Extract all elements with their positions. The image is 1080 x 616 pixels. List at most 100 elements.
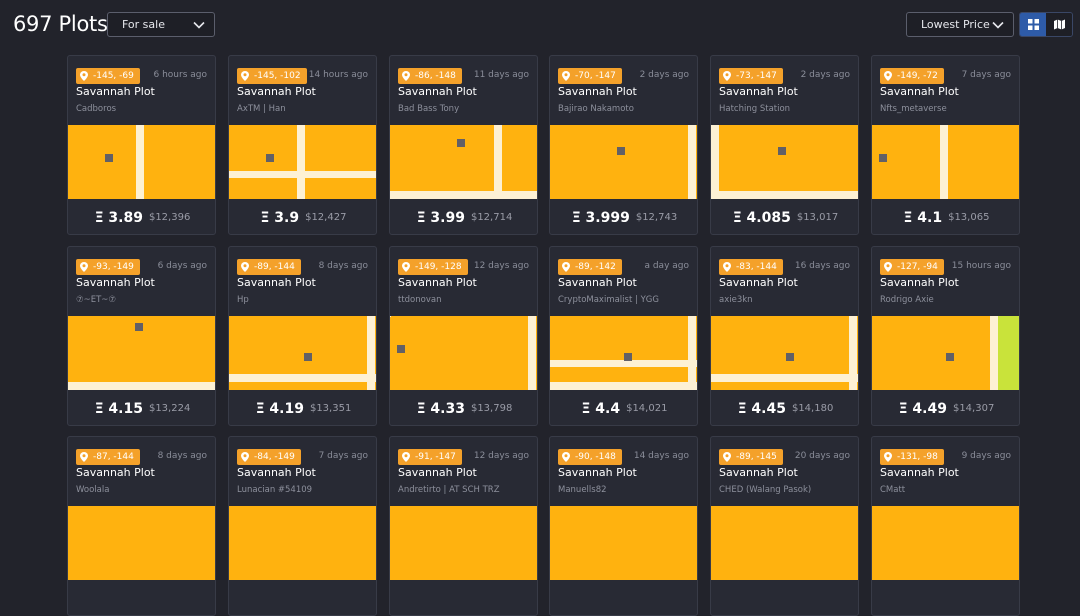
plot-map-thumbnail bbox=[68, 316, 215, 390]
plot-card[interactable]: -91, -147 12 days ago Savannah Plot Andreti… bbox=[389, 436, 538, 616]
location-pin-icon bbox=[402, 262, 410, 272]
map-green-area bbox=[998, 316, 1019, 390]
plot-title: Savannah Plot bbox=[76, 85, 155, 98]
coordinates-text: -145, -69 bbox=[93, 71, 134, 81]
plot-card[interactable]: -89, -144 8 days ago Savannah Plot Hp Ξ 4.19… bbox=[228, 246, 377, 426]
eth-price: Ξ 3.99 bbox=[416, 209, 465, 226]
map-view-button[interactable] bbox=[1046, 13, 1072, 36]
plot-card[interactable]: -93, -149 6 days ago Savannah Plot ⑦~ET~⑦ Ξ … bbox=[67, 246, 216, 426]
coordinates-badge: -127, -94 bbox=[880, 259, 944, 275]
grid-icon bbox=[1027, 19, 1039, 30]
map-road bbox=[990, 316, 998, 390]
plot-title: Savannah Plot bbox=[880, 276, 959, 289]
usd-price: $12,427 bbox=[305, 212, 347, 223]
map-road bbox=[688, 316, 696, 390]
listing-time: 9 days ago bbox=[961, 451, 1011, 461]
plot-card[interactable]: -127, -94 15 hours ago Savannah Plot Rodrig… bbox=[871, 246, 1020, 426]
owner-name: Manuells82 bbox=[558, 485, 607, 495]
listing-time: 14 days ago bbox=[633, 451, 689, 461]
plot-card[interactable]: -73, -147 2 days ago Savannah Plot Hatching… bbox=[710, 55, 859, 235]
plot-map-thumbnail bbox=[390, 316, 537, 390]
coordinates-badge: -86, -148 bbox=[398, 68, 462, 84]
plot-title: Savannah Plot bbox=[558, 466, 637, 479]
coordinates-badge: -73, -147 bbox=[719, 68, 783, 84]
coordinates-badge: -70, -147 bbox=[558, 68, 622, 84]
plot-card[interactable]: -89, -142 a day ago Savannah Plot CryptoMax… bbox=[549, 246, 698, 426]
plot-title: Savannah Plot bbox=[237, 276, 316, 289]
price-row: Ξ 4.15 $13,224 bbox=[68, 390, 215, 425]
plot-title: Savannah Plot bbox=[237, 466, 316, 479]
coordinates-badge: -84, -149 bbox=[237, 449, 301, 465]
plot-map-thumbnail bbox=[390, 125, 537, 199]
plot-card[interactable]: -87, -144 8 days ago Savannah Plot Woolala bbox=[67, 436, 216, 616]
owner-name: ⑦~ET~⑦ bbox=[76, 295, 117, 305]
eth-price: Ξ 3.89 bbox=[94, 209, 143, 226]
plot-card[interactable]: -86, -148 11 days ago Savannah Plot Bad Bas… bbox=[389, 55, 538, 235]
eth-price: Ξ 3.999 bbox=[571, 209, 630, 226]
usd-price: $13,351 bbox=[309, 403, 352, 414]
location-pin-icon bbox=[241, 71, 249, 81]
plot-card[interactable]: -89, -145 20 days ago Savannah Plot CHED (W… bbox=[710, 436, 859, 616]
location-pin-icon bbox=[562, 452, 570, 462]
location-pin-icon bbox=[884, 262, 892, 272]
plot-card[interactable]: -145, -102 14 hours ago Savannah Plot AxTM … bbox=[228, 55, 377, 235]
plot-marker bbox=[879, 154, 887, 162]
plot-card[interactable]: -149, -128 12 days ago Savannah Plot ttdono… bbox=[389, 246, 538, 426]
coordinates-text: -70, -147 bbox=[575, 71, 616, 81]
listing-time: a day ago bbox=[644, 261, 689, 271]
map-road bbox=[297, 125, 305, 199]
map-road bbox=[711, 125, 719, 199]
price-row: Ξ 4.4 $14,021 bbox=[550, 390, 697, 425]
price-row bbox=[390, 580, 537, 615]
location-pin-icon bbox=[562, 71, 570, 81]
plot-card[interactable]: -149, -72 7 days ago Savannah Plot Nfts_met… bbox=[871, 55, 1020, 235]
coordinates-text: -89, -142 bbox=[575, 262, 616, 272]
location-pin-icon bbox=[723, 71, 731, 81]
location-pin-icon bbox=[562, 262, 570, 272]
map-road bbox=[229, 171, 376, 178]
grid-view-button[interactable] bbox=[1020, 13, 1046, 36]
owner-name: Hp bbox=[237, 295, 249, 305]
plot-title: Savannah Plot bbox=[76, 466, 155, 479]
location-pin-icon bbox=[884, 452, 892, 462]
coordinates-badge: -89, -142 bbox=[558, 259, 622, 275]
map-road bbox=[711, 191, 858, 199]
plot-card[interactable]: -70, -147 2 days ago Savannah Plot Bajirao … bbox=[549, 55, 698, 235]
eth-price: Ξ 4.1 bbox=[903, 209, 943, 226]
plot-marker bbox=[304, 353, 312, 361]
coordinates-text: -87, -144 bbox=[93, 452, 134, 462]
owner-name: AxTM | Han bbox=[237, 104, 286, 114]
eth-price: Ξ 4.085 bbox=[732, 209, 791, 226]
plot-map-thumbnail bbox=[711, 125, 858, 199]
price-row: Ξ 4.1 $13,065 bbox=[872, 199, 1019, 234]
usd-price: $14,307 bbox=[952, 403, 995, 414]
plot-map-thumbnail bbox=[229, 125, 376, 199]
plot-marker bbox=[624, 353, 632, 361]
coordinates-badge: -93, -149 bbox=[76, 259, 140, 275]
usd-price: $12,714 bbox=[470, 212, 513, 223]
plot-card[interactable]: -131, -98 9 days ago Savannah Plot CMatt bbox=[871, 436, 1020, 616]
sort-dropdown[interactable]: Lowest Price bbox=[906, 12, 1014, 37]
map-road bbox=[550, 382, 697, 390]
coordinates-text: -73, -147 bbox=[736, 71, 777, 81]
owner-name: Rodrigo Axie bbox=[880, 295, 934, 305]
coordinates-text: -84, -149 bbox=[254, 452, 295, 462]
plot-marker bbox=[617, 147, 625, 155]
plot-card[interactable]: -84, -149 7 days ago Savannah Plot Lunacian… bbox=[228, 436, 377, 616]
owner-name: Bajirao Nakamoto bbox=[558, 104, 634, 114]
view-toggle bbox=[1019, 12, 1073, 37]
plot-card[interactable]: -90, -148 14 days ago Savannah Plot Manuell… bbox=[549, 436, 698, 616]
coordinates-text: -93, -149 bbox=[93, 262, 134, 272]
map-icon bbox=[1053, 19, 1065, 30]
sale-filter-dropdown[interactable]: For sale bbox=[107, 12, 215, 37]
location-pin-icon bbox=[80, 262, 88, 272]
chevron-down-icon bbox=[992, 21, 1004, 29]
usd-price: $13,017 bbox=[796, 212, 839, 223]
price-row bbox=[872, 580, 1019, 615]
eth-price: Ξ 4.4 bbox=[581, 400, 621, 417]
plot-map-thumbnail bbox=[872, 506, 1019, 580]
location-pin-icon bbox=[723, 452, 731, 462]
plot-card[interactable]: -83, -144 16 days ago Savannah Plot axie3kn… bbox=[710, 246, 859, 426]
plot-card[interactable]: -145, -69 6 hours ago Savannah Plot Cadboro… bbox=[67, 55, 216, 235]
toolbar: 697 Plots For sale Lowest Price bbox=[0, 0, 1080, 50]
